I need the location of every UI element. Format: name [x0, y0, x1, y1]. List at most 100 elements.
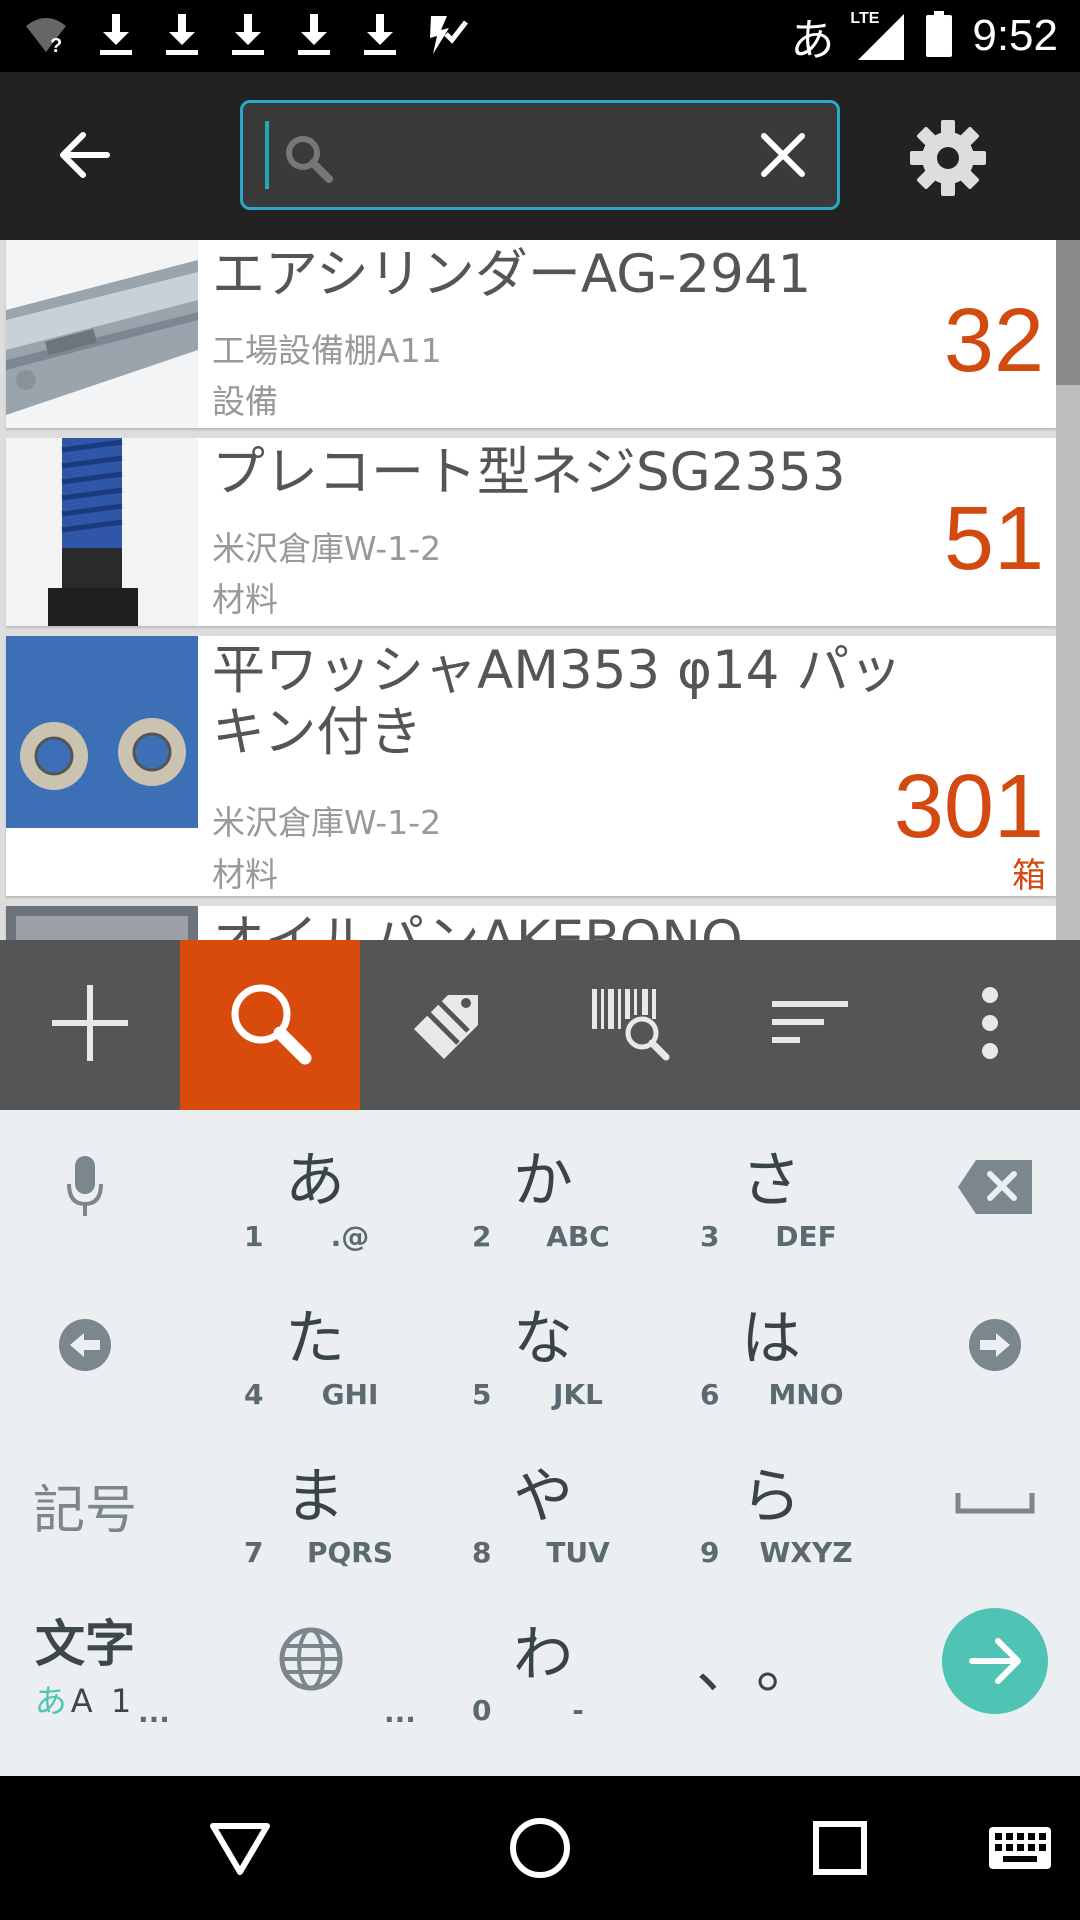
- key-number: 2: [472, 1220, 492, 1253]
- item-quantity: 301: [893, 757, 1044, 857]
- key-letters: JKL: [553, 1378, 603, 1411]
- list-scrollbar[interactable]: [1056, 240, 1080, 940]
- key-number: 0: [472, 1694, 492, 1727]
- list-item[interactable]: エアシリンダーAG-2941 工場設備棚A11 設備 32: [6, 240, 1056, 428]
- key-letters: DEF: [775, 1220, 837, 1253]
- text-cursor: [265, 121, 269, 189]
- input-mode-sub: あA 1: [35, 1676, 135, 1722]
- cursor-right-key[interactable]: [910, 1268, 1080, 1426]
- edit-tag-icon: [408, 981, 492, 1069]
- input-mode-key[interactable]: 文字 あA 1 ...: [0, 1584, 170, 1742]
- download-icon: [230, 12, 266, 60]
- barcode-search-button[interactable]: [540, 940, 720, 1110]
- navigation-bar: [0, 1776, 1080, 1920]
- backspace-key[interactable]: [910, 1110, 1080, 1268]
- scrollbar-thumb[interactable]: [1056, 240, 1080, 385]
- search-input[interactable]: [343, 123, 723, 187]
- item-title: オイルパンAKEBONO: [212, 910, 912, 940]
- symbol-key[interactable]: 記号: [0, 1426, 170, 1584]
- item-thumbnail: [6, 636, 198, 828]
- search-icon: [225, 978, 315, 1072]
- add-icon: [48, 981, 132, 1069]
- punctuation-key[interactable]: 、。: [656, 1584, 886, 1742]
- notification-icons: ?: [24, 10, 468, 62]
- key-kana: ま: [285, 1462, 345, 1532]
- item-quantity: 32: [943, 291, 1044, 391]
- key-letters: MNO: [768, 1378, 844, 1411]
- edit-tag-button[interactable]: [360, 940, 540, 1110]
- japanese-keyboard: 記号 文字 あA 1 ... あ 1 .@ か 2 ABC さ 3 DEF た …: [0, 1110, 1080, 1776]
- system-icons: あ LTE 9:52: [790, 8, 1058, 66]
- key-letters: TUV: [546, 1536, 610, 1569]
- key-kana: な: [513, 1304, 573, 1374]
- item-title: プレコート型ネジSG2353: [212, 442, 846, 503]
- ime-indicator: あ: [790, 15, 835, 66]
- key-kana: た: [285, 1304, 345, 1374]
- list-item[interactable]: 平ワッシャAM353 φ14 パッキン付き 米沢倉庫W-1-2 材料 301 箱: [6, 636, 1056, 896]
- microphone-icon: [65, 1154, 105, 1224]
- enter-key[interactable]: [910, 1584, 1080, 1742]
- key-ya[interactable]: や 8 TUV: [428, 1426, 658, 1584]
- key-ra[interactable]: ら 9 WXYZ: [656, 1426, 886, 1584]
- cursor-left-key[interactable]: [0, 1268, 170, 1426]
- language-more: ...: [384, 1696, 416, 1729]
- key-kana: あ: [285, 1146, 345, 1216]
- key-sa[interactable]: さ 3 DEF: [656, 1110, 886, 1268]
- item-thumbnail: [6, 240, 198, 428]
- task-check-icon: [428, 12, 468, 60]
- key-number: 3: [700, 1220, 720, 1253]
- punctuation-label: 、。: [696, 1632, 846, 1702]
- svg-text:?: ?: [50, 35, 62, 54]
- key-na[interactable]: な 5 JKL: [428, 1268, 658, 1426]
- space-icon: [955, 1491, 1035, 1519]
- gear-icon: [908, 118, 988, 202]
- key-letters: GHI: [321, 1378, 379, 1411]
- download-icon: [164, 12, 200, 60]
- item-title: エアシリンダーAG-2941: [212, 244, 812, 305]
- item-quantity: 51: [943, 489, 1044, 589]
- settings-button[interactable]: [900, 112, 996, 208]
- clock: 9:52: [972, 11, 1058, 60]
- keyboard-switch-button[interactable]: [972, 1802, 1068, 1898]
- sort-button[interactable]: [720, 940, 900, 1110]
- search-field[interactable]: [240, 100, 840, 210]
- key-number: 9: [700, 1536, 720, 1569]
- key-number: 1: [244, 1220, 264, 1253]
- back-button[interactable]: [40, 112, 130, 202]
- globe-icon: [278, 1626, 344, 1696]
- item-list[interactable]: エアシリンダーAG-2941 工場設備棚A11 設備 32 プレコート型ネジSG…: [0, 240, 1080, 940]
- key-kana: は: [741, 1304, 801, 1374]
- arrow-back-icon: [57, 127, 113, 187]
- list-item[interactable]: オイルパンAKEBONO: [6, 906, 1056, 940]
- space-key[interactable]: [910, 1426, 1080, 1584]
- key-number: 6: [700, 1378, 720, 1411]
- close-icon: [760, 132, 806, 182]
- key-ha[interactable]: は 6 MNO: [656, 1268, 886, 1426]
- nav-recents-button[interactable]: [792, 1802, 888, 1898]
- key-ka[interactable]: か 2 ABC: [428, 1110, 658, 1268]
- key-letters: PQRS: [306, 1536, 394, 1569]
- language-key[interactable]: ...: [200, 1584, 430, 1742]
- status-bar: ? あ LTE 9:52: [0, 0, 1080, 72]
- voice-input-key[interactable]: [0, 1110, 170, 1268]
- key-ta[interactable]: た 4 GHI: [200, 1268, 430, 1426]
- key-letters: -: [572, 1694, 584, 1727]
- key-number: 7: [244, 1536, 264, 1569]
- key-a[interactable]: あ 1 .@: [200, 1110, 430, 1268]
- item-location: 工場設備棚A11: [212, 331, 442, 370]
- clear-search-button[interactable]: [751, 125, 815, 189]
- key-wa[interactable]: わ 0 -: [428, 1584, 658, 1742]
- nav-home-button[interactable]: [492, 1802, 588, 1898]
- key-number: 8: [472, 1536, 492, 1569]
- backspace-icon: [956, 1158, 1034, 1220]
- key-ma[interactable]: ま 7 PQRS: [200, 1426, 430, 1584]
- add-button[interactable]: [0, 940, 180, 1110]
- list-item[interactable]: プレコート型ネジSG2353 米沢倉庫W-1-2 材料 51: [6, 438, 1056, 626]
- item-location: 米沢倉庫W-1-2: [212, 803, 442, 842]
- nav-back-button[interactable]: [192, 1802, 288, 1898]
- search-tool-button[interactable]: [180, 940, 360, 1110]
- input-mode-more: ...: [138, 1696, 170, 1729]
- download-icon: [362, 12, 398, 60]
- more-options-button[interactable]: [900, 940, 1080, 1110]
- item-category: 設備: [212, 382, 278, 421]
